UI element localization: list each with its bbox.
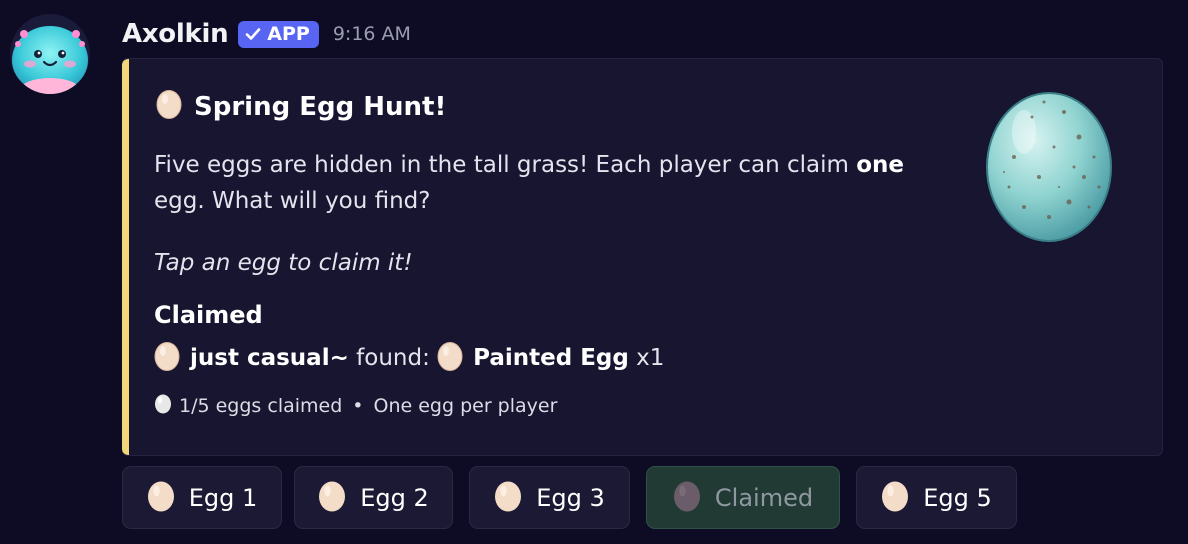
axolotl-avatar-icon [10,14,90,94]
claimed-label: Claimed [714,483,814,512]
embed-title: Spring Egg Hunt! [156,87,446,126]
embed-instruction: Tap an egg to claim it! [154,250,413,276]
embed-title-text: Spring Egg Hunt! [194,91,447,122]
description-text-end: egg. What will you find? [154,188,431,214]
egg-icon [154,339,180,377]
embed-description: Five eggs are hidden in the tall grass! … [154,147,934,219]
egg-2-button[interactable]: Egg 2 [294,466,453,529]
egg-icon [147,478,175,518]
egg-3-label: Egg 3 [536,483,605,512]
field-value: just casual~ found: Painted Egg x1 [154,339,664,377]
app-badge-label: APP [267,23,310,45]
footer-count: 1/5 eggs claimed [179,394,343,417]
egg-small-icon [154,392,172,419]
timestamp[interactable]: 9:16 AM [333,23,411,45]
description-text: Five eggs are hidden in the tall grass! … [154,152,857,178]
egg-icon [437,339,463,377]
egg-2-label: Egg 2 [360,483,429,512]
egg-icon [494,478,522,518]
username[interactable]: Axolkin [122,19,229,49]
egg-icon [318,478,346,518]
checkmark-icon [245,26,261,42]
footer-separator: • [352,394,364,417]
claim-qty: x1 [628,345,665,371]
field-name: Claimed [154,301,263,329]
egg-1-button[interactable]: Egg 1 [122,466,282,529]
embed-card: Spring Egg Hunt! Five eggs are hidden in… [122,58,1163,456]
embed-accent-bar [122,59,129,455]
egg-1-label: Egg 1 [188,483,258,512]
egg-5-label: Egg 5 [923,483,992,512]
egg-5-button[interactable]: Egg 5 [856,466,1017,529]
avatar[interactable] [10,14,90,94]
claimed-button[interactable]: Claimed [646,466,840,529]
egg-3-button[interactable]: Egg 3 [469,466,630,529]
egg-icon [673,478,701,518]
speckled-egg-image-icon [986,92,1112,242]
footer-rule: One egg per player [373,394,558,417]
egg-icon [156,87,182,126]
embed-thumbnail[interactable] [984,77,1114,242]
description-bold: one [856,152,904,178]
app-badge: APP [238,20,319,48]
claim-item: Painted Egg [473,345,629,371]
claim-user: just casual~ [190,345,349,371]
message-header: Axolkin APP 9:16 AM [122,14,411,54]
egg-icon [881,478,909,518]
claim-found-text: found: [348,345,438,371]
embed-footer: 1/5 eggs claimed • One egg per player [154,392,557,419]
